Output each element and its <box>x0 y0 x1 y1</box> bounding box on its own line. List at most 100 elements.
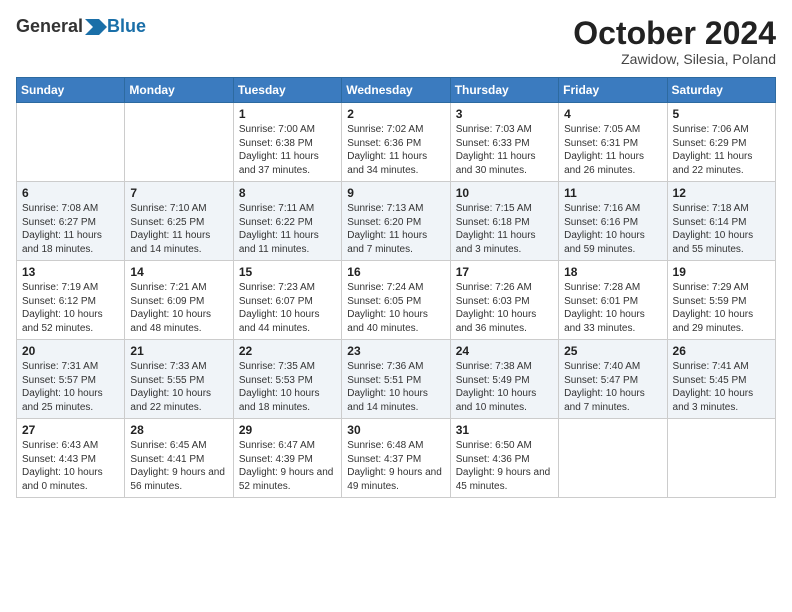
calendar-cell: 24 Sunrise: 7:38 AM Sunset: 5:49 PM Dayli… <box>450 340 558 419</box>
calendar-cell: 2 Sunrise: 7:02 AM Sunset: 6:36 PM Daylig… <box>342 103 450 182</box>
calendar-cell <box>559 419 667 498</box>
day-info: Sunrise: 7:29 AM Sunset: 5:59 PM Dayligh… <box>673 281 770 335</box>
day-info: Sunrise: 7:28 AM Sunset: 6:01 PM Dayligh… <box>564 281 661 335</box>
day-number: 18 <box>564 265 661 279</box>
day-info: Sunrise: 7:23 AM Sunset: 6:07 PM Dayligh… <box>239 281 336 335</box>
day-number: 15 <box>239 265 336 279</box>
calendar-row: 1 Sunrise: 7:00 AM Sunset: 6:38 PM Daylig… <box>17 103 776 182</box>
day-info: Sunrise: 7:19 AM Sunset: 6:12 PM Dayligh… <box>22 281 119 335</box>
day-number: 26 <box>673 344 770 358</box>
column-header-sunday: Sunday <box>17 78 125 103</box>
calendar-cell: 9 Sunrise: 7:13 AM Sunset: 6:20 PM Daylig… <box>342 182 450 261</box>
calendar-table: SundayMondayTuesdayWednesdayThursdayFrid… <box>16 77 776 498</box>
day-number: 6 <box>22 186 119 200</box>
day-info: Sunrise: 7:02 AM Sunset: 6:36 PM Dayligh… <box>347 123 444 177</box>
calendar-cell: 12Sunrise: 7:18 AM Sunset: 6:14 PM Dayli… <box>667 182 775 261</box>
location-text: Zawidow, Silesia, Poland <box>573 51 776 67</box>
calendar-cell <box>667 419 775 498</box>
day-info: Sunrise: 7:00 AM Sunset: 6:38 PM Dayligh… <box>239 123 336 177</box>
calendar-cell: 30 Sunrise: 6:48 AM Sunset: 4:37 PM Dayli… <box>342 419 450 498</box>
column-header-saturday: Saturday <box>667 78 775 103</box>
calendar-cell: 28 Sunrise: 6:45 AM Sunset: 4:41 PM Dayli… <box>125 419 233 498</box>
day-info: Sunrise: 7:40 AM Sunset: 5:47 PM Dayligh… <box>564 360 661 414</box>
day-info: Sunrise: 7:24 AM Sunset: 6:05 PM Dayligh… <box>347 281 444 335</box>
day-number: 4 <box>564 107 661 121</box>
day-info: Sunrise: 7:08 AM Sunset: 6:27 PM Dayligh… <box>22 202 119 256</box>
day-number: 22 <box>239 344 336 358</box>
calendar-cell: 20Sunrise: 7:31 AM Sunset: 5:57 PM Dayli… <box>17 340 125 419</box>
calendar-cell: 5Sunrise: 7:06 AM Sunset: 6:29 PM Daylig… <box>667 103 775 182</box>
day-number: 13 <box>22 265 119 279</box>
calendar-cell: 25 Sunrise: 7:40 AM Sunset: 5:47 PM Dayli… <box>559 340 667 419</box>
header-row: SundayMondayTuesdayWednesdayThursdayFrid… <box>17 78 776 103</box>
logo-general-text: General <box>16 16 83 37</box>
day-info: Sunrise: 7:38 AM Sunset: 5:49 PM Dayligh… <box>456 360 553 414</box>
column-header-friday: Friday <box>559 78 667 103</box>
calendar-row: 13 Sunrise: 7:19 AM Sunset: 6:12 PM Dayli… <box>17 261 776 340</box>
day-info: Sunrise: 7:41 AM Sunset: 5:45 PM Dayligh… <box>673 360 770 414</box>
day-number: 3 <box>456 107 553 121</box>
calendar-cell: 27 Sunrise: 6:43 AM Sunset: 4:43 PM Dayli… <box>17 419 125 498</box>
calendar-cell: 7Sunrise: 7:10 AM Sunset: 6:25 PM Daylig… <box>125 182 233 261</box>
calendar-cell: 10Sunrise: 7:15 AM Sunset: 6:18 PM Dayli… <box>450 182 558 261</box>
day-number: 20 <box>22 344 119 358</box>
day-number: 27 <box>22 423 119 437</box>
calendar-cell: 15 Sunrise: 7:23 AM Sunset: 6:07 PM Dayli… <box>233 261 341 340</box>
calendar-cell: 17 Sunrise: 7:26 AM Sunset: 6:03 PM Dayli… <box>450 261 558 340</box>
day-number: 8 <box>239 186 336 200</box>
calendar-header: SundayMondayTuesdayWednesdayThursdayFrid… <box>17 78 776 103</box>
day-number: 28 <box>130 423 227 437</box>
day-info: Sunrise: 7:05 AM Sunset: 6:31 PM Dayligh… <box>564 123 661 177</box>
day-info: Sunrise: 6:50 AM Sunset: 4:36 PM Dayligh… <box>456 439 553 493</box>
day-number: 25 <box>564 344 661 358</box>
calendar-cell: 14Sunrise: 7:21 AM Sunset: 6:09 PM Dayli… <box>125 261 233 340</box>
calendar-cell: 31 Sunrise: 6:50 AM Sunset: 4:36 PM Dayli… <box>450 419 558 498</box>
calendar-cell: 16 Sunrise: 7:24 AM Sunset: 6:05 PM Dayli… <box>342 261 450 340</box>
calendar-cell <box>17 103 125 182</box>
calendar-body: 1 Sunrise: 7:00 AM Sunset: 6:38 PM Daylig… <box>17 103 776 498</box>
calendar-cell: 29 Sunrise: 6:47 AM Sunset: 4:39 PM Dayli… <box>233 419 341 498</box>
day-info: Sunrise: 7:35 AM Sunset: 5:53 PM Dayligh… <box>239 360 336 414</box>
day-info: Sunrise: 7:33 AM Sunset: 5:55 PM Dayligh… <box>130 360 227 414</box>
day-number: 24 <box>456 344 553 358</box>
day-number: 7 <box>130 186 227 200</box>
day-number: 16 <box>347 265 444 279</box>
day-info: Sunrise: 7:26 AM Sunset: 6:03 PM Dayligh… <box>456 281 553 335</box>
day-number: 23 <box>347 344 444 358</box>
day-number: 11 <box>564 186 661 200</box>
calendar-cell: 21 Sunrise: 7:33 AM Sunset: 5:55 PM Dayli… <box>125 340 233 419</box>
day-number: 31 <box>456 423 553 437</box>
day-number: 29 <box>239 423 336 437</box>
day-info: Sunrise: 6:45 AM Sunset: 4:41 PM Dayligh… <box>130 439 227 493</box>
day-info: Sunrise: 6:47 AM Sunset: 4:39 PM Dayligh… <box>239 439 336 493</box>
day-number: 30 <box>347 423 444 437</box>
day-number: 17 <box>456 265 553 279</box>
calendar-cell: 23Sunrise: 7:36 AM Sunset: 5:51 PM Dayli… <box>342 340 450 419</box>
day-number: 21 <box>130 344 227 358</box>
calendar-cell: 26 Sunrise: 7:41 AM Sunset: 5:45 PM Dayli… <box>667 340 775 419</box>
calendar-cell: 19Sunrise: 7:29 AM Sunset: 5:59 PM Dayli… <box>667 261 775 340</box>
calendar-cell: 4 Sunrise: 7:05 AM Sunset: 6:31 PM Daylig… <box>559 103 667 182</box>
day-info: Sunrise: 6:48 AM Sunset: 4:37 PM Dayligh… <box>347 439 444 493</box>
calendar-cell <box>125 103 233 182</box>
column-header-wednesday: Wednesday <box>342 78 450 103</box>
day-info: Sunrise: 7:13 AM Sunset: 6:20 PM Dayligh… <box>347 202 444 256</box>
day-number: 5 <box>673 107 770 121</box>
logo: General Blue <box>16 16 146 37</box>
day-info: Sunrise: 7:16 AM Sunset: 6:16 PM Dayligh… <box>564 202 661 256</box>
month-title: October 2024 <box>573 16 776 51</box>
day-info: Sunrise: 7:21 AM Sunset: 6:09 PM Dayligh… <box>130 281 227 335</box>
day-info: Sunrise: 6:43 AM Sunset: 4:43 PM Dayligh… <box>22 439 119 493</box>
calendar-cell: 6 Sunrise: 7:08 AM Sunset: 6:27 PM Daylig… <box>17 182 125 261</box>
page-header: General Blue October 2024 Zawidow, Siles… <box>16 16 776 67</box>
day-number: 9 <box>347 186 444 200</box>
day-number: 12 <box>673 186 770 200</box>
calendar-row: 20Sunrise: 7:31 AM Sunset: 5:57 PM Dayli… <box>17 340 776 419</box>
logo-arrow-icon <box>85 19 107 35</box>
calendar-row: 27 Sunrise: 6:43 AM Sunset: 4:43 PM Dayli… <box>17 419 776 498</box>
day-number: 1 <box>239 107 336 121</box>
column-header-monday: Monday <box>125 78 233 103</box>
day-number: 2 <box>347 107 444 121</box>
column-header-thursday: Thursday <box>450 78 558 103</box>
day-number: 10 <box>456 186 553 200</box>
